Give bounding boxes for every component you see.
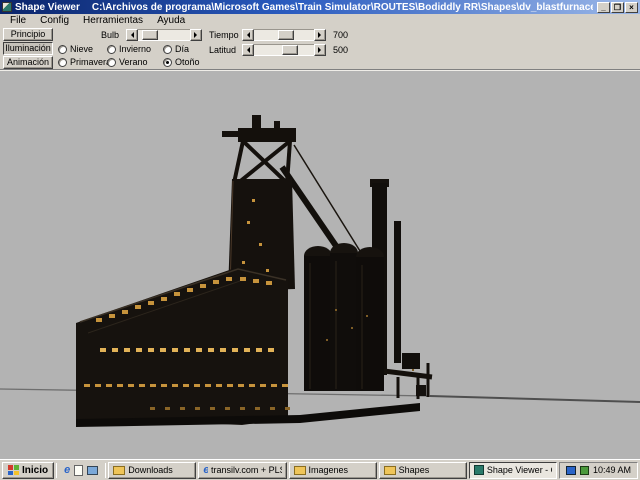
- app-title: Shape Viewer: [15, 2, 80, 13]
- titlebar: Shape Viewer C:\Archivos de programa\Mic…: [0, 0, 640, 14]
- radio-otono[interactable]: Otoño: [163, 57, 200, 67]
- latitud-scrollbar[interactable]: [242, 44, 326, 56]
- clock: 10:49 AM: [593, 465, 631, 475]
- internet-explorer-icon: e: [203, 465, 208, 476]
- iluminacion-button[interactable]: Iluminación: [3, 42, 53, 55]
- document-icon[interactable]: [74, 465, 83, 476]
- shape-viewer-window: Shape Viewer C:\Archivos de programa\Mic…: [0, 0, 640, 480]
- folder-icon: [294, 466, 306, 475]
- tiempo-scrollbar-thumb[interactable]: [278, 30, 294, 40]
- scroll-left-icon[interactable]: [126, 29, 138, 41]
- radio-dia[interactable]: Día: [163, 44, 189, 54]
- window-title: Shape Viewer C:\Archivos de programa\Mic…: [15, 2, 593, 13]
- latitud-label: Latitud: [209, 45, 236, 55]
- radio-primavera[interactable]: Primavera: [58, 57, 111, 67]
- latitud-scrollbar-track[interactable]: [254, 44, 314, 56]
- radio-invierno[interactable]: Invierno: [107, 44, 151, 54]
- minimize-icon[interactable]: _: [597, 2, 610, 13]
- radio-nieve[interactable]: Nieve: [58, 44, 93, 54]
- menu-config[interactable]: Config: [33, 15, 76, 26]
- scroll-left-icon[interactable]: [242, 44, 254, 56]
- tray-status-icon[interactable]: [580, 466, 589, 475]
- latitud-scrollbar-thumb[interactable]: [282, 45, 298, 55]
- blast-furnace-model: [0, 71, 640, 460]
- bulb-label: Bulb: [101, 30, 119, 40]
- scroll-right-icon[interactable]: [190, 29, 202, 41]
- taskbar-divider: [56, 463, 57, 478]
- shape-viewer-icon: [474, 465, 484, 475]
- bulb-scrollbar-track[interactable]: [138, 29, 190, 41]
- task-shape-viewer[interactable]: Shape Viewer - C:\A...: [469, 462, 557, 479]
- file-path: C:\Archivos de programa\Microsoft Games\…: [92, 2, 593, 13]
- start-button[interactable]: Inicio: [2, 462, 54, 479]
- task-imagenes[interactable]: Imagenes: [289, 462, 377, 479]
- tiempo-scrollbar-track[interactable]: [254, 29, 314, 41]
- menubar: File Config Herramientas Ayuda: [0, 14, 640, 27]
- maximize-icon[interactable]: ❐: [611, 2, 624, 13]
- quick-launch: e: [59, 462, 103, 478]
- scroll-left-icon[interactable]: [242, 29, 254, 41]
- animacion-button[interactable]: Animación: [3, 56, 53, 69]
- scroll-right-icon[interactable]: [314, 44, 326, 56]
- radio-verano[interactable]: Verano: [107, 57, 148, 67]
- taskbar: Inicio e Downloads e transilv.com + PLS …: [0, 459, 640, 480]
- close-icon[interactable]: ×: [625, 2, 638, 13]
- bulb-scrollbar-thumb[interactable]: [142, 30, 158, 40]
- model-viewport[interactable]: [0, 70, 640, 459]
- tiempo-label: Tiempo: [209, 30, 239, 40]
- taskbar-divider: [105, 463, 106, 478]
- menu-ayuda[interactable]: Ayuda: [150, 15, 192, 26]
- internet-explorer-icon[interactable]: e: [64, 465, 70, 476]
- app-icon: [2, 2, 12, 12]
- toolbar: Principio Iluminación Animación Bulb Tie…: [0, 27, 640, 70]
- folder-icon: [113, 466, 125, 475]
- tiempo-value: 700: [333, 30, 348, 40]
- scroll-right-icon[interactable]: [314, 29, 326, 41]
- system-tray: 10:49 AM: [559, 462, 638, 479]
- menu-herramientas[interactable]: Herramientas: [76, 15, 150, 26]
- bulb-scrollbar[interactable]: [126, 29, 202, 41]
- folder-icon: [384, 466, 396, 475]
- windows-logo-icon: [8, 465, 19, 475]
- tray-display-icon[interactable]: [566, 466, 576, 475]
- latitud-value: 500: [333, 45, 348, 55]
- task-transilv[interactable]: e transilv.com + PLS co...: [198, 462, 286, 479]
- task-downloads[interactable]: Downloads: [108, 462, 196, 479]
- task-shapes[interactable]: Shapes: [379, 462, 467, 479]
- menu-file[interactable]: File: [3, 15, 33, 26]
- tiempo-scrollbar[interactable]: [242, 29, 326, 41]
- principio-button[interactable]: Principio: [3, 28, 53, 41]
- show-desktop-icon[interactable]: [87, 466, 98, 475]
